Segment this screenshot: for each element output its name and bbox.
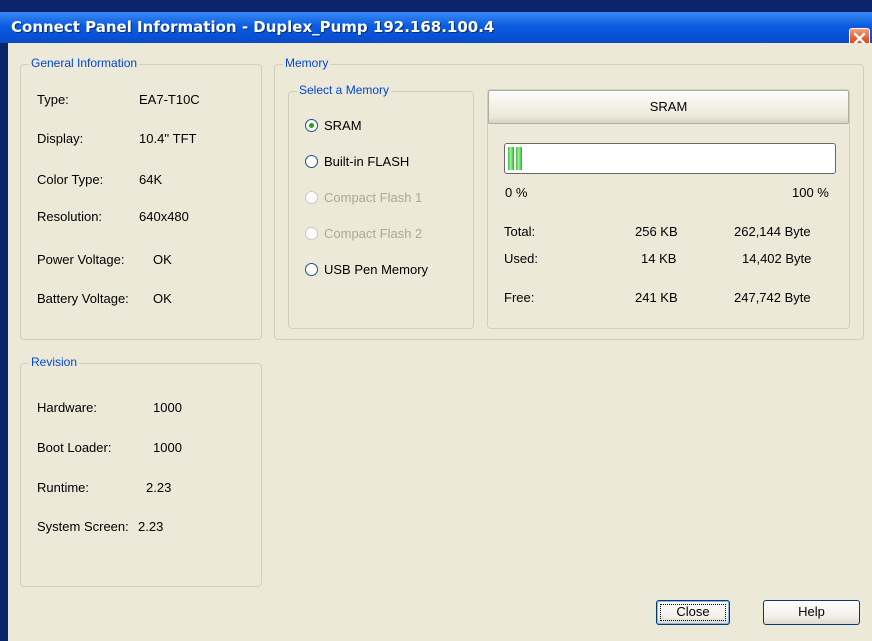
radio-compact-flash-1 xyxy=(305,191,318,204)
resolution-label: Resolution: xyxy=(37,209,103,224)
dialog-client-area: General Information Type: EA7-T10C Displ… xyxy=(8,43,872,641)
radio-usb-pen-memory[interactable] xyxy=(305,263,318,276)
scale-max-label: 100 % xyxy=(792,185,829,200)
help-button-label: Help xyxy=(798,604,825,619)
power-voltage-label: Power Voltage: xyxy=(37,252,125,267)
runtime-value: 2.23 xyxy=(146,480,172,495)
radio-sram-label[interactable]: SRAM xyxy=(324,118,362,133)
total-label: Total: xyxy=(504,224,536,239)
power-voltage-value: OK xyxy=(153,252,172,267)
battery-voltage-value: OK xyxy=(153,291,172,306)
select-memory-legend: Select a Memory xyxy=(297,83,392,97)
title-bar[interactable]: Connect Panel Information - Duplex_Pump … xyxy=(0,12,872,49)
color-type-label: Color Type: xyxy=(37,172,104,187)
radio-compact-flash-2-label: Compact Flash 2 xyxy=(324,226,423,241)
free-bytes: 247,742 Byte xyxy=(734,290,811,305)
window-title: Connect Panel Information - Duplex_Pump … xyxy=(11,18,495,36)
type-label: Type: xyxy=(37,92,69,107)
radio-compact-flash-2 xyxy=(305,227,318,240)
display-label: Display: xyxy=(37,131,84,146)
radio-sram[interactable] xyxy=(305,119,318,132)
scale-min-label: 0 % xyxy=(505,185,528,200)
revision-group: Revision xyxy=(20,355,262,587)
hardware-value: 1000 xyxy=(153,400,182,415)
runtime-label: Runtime: xyxy=(37,480,90,495)
system-screen-label: System Screen: xyxy=(37,519,129,534)
memory-usage-progress-bar xyxy=(504,143,836,174)
selected-memory-header: SRAM xyxy=(488,90,849,124)
used-kb: 14 KB xyxy=(641,251,677,266)
revision-legend: Revision xyxy=(29,355,80,369)
progress-segment xyxy=(516,147,522,170)
radio-usb-pen-memory-label[interactable]: USB Pen Memory xyxy=(324,262,428,277)
close-button[interactable]: Close xyxy=(656,600,730,625)
system-screen-value: 2.23 xyxy=(138,519,164,534)
boot-loader-value: 1000 xyxy=(153,440,182,455)
general-information-legend: General Information xyxy=(29,56,140,70)
radio-built-in-flash[interactable] xyxy=(305,155,318,168)
total-kb: 256 KB xyxy=(635,224,678,239)
display-value: 10.4'' TFT xyxy=(139,131,197,146)
progress-segment xyxy=(508,147,514,170)
total-bytes: 262,144 Byte xyxy=(734,224,811,239)
battery-voltage-label: Battery Voltage: xyxy=(37,291,129,306)
dialog-window: Connect Panel Information - Duplex_Pump … xyxy=(0,0,872,641)
used-bytes: 14,402 Byte xyxy=(742,251,812,266)
radio-compact-flash-1-label: Compact Flash 1 xyxy=(324,190,423,205)
color-type-value: 64K xyxy=(139,172,163,187)
free-label: Free: xyxy=(504,290,535,305)
hardware-label: Hardware: xyxy=(37,400,97,415)
radio-built-in-flash-label[interactable]: Built-in FLASH xyxy=(324,154,409,169)
radio-selected-dot xyxy=(309,123,314,128)
memory-legend: Memory xyxy=(283,56,331,70)
free-kb: 241 KB xyxy=(635,290,678,305)
focus-rectangle xyxy=(660,604,726,621)
used-label: Used: xyxy=(504,251,538,266)
resolution-value: 640x480 xyxy=(139,209,189,224)
type-value: EA7-T10C xyxy=(139,92,200,107)
boot-loader-label: Boot Loader: xyxy=(37,440,112,455)
help-button[interactable]: Help xyxy=(763,600,860,625)
